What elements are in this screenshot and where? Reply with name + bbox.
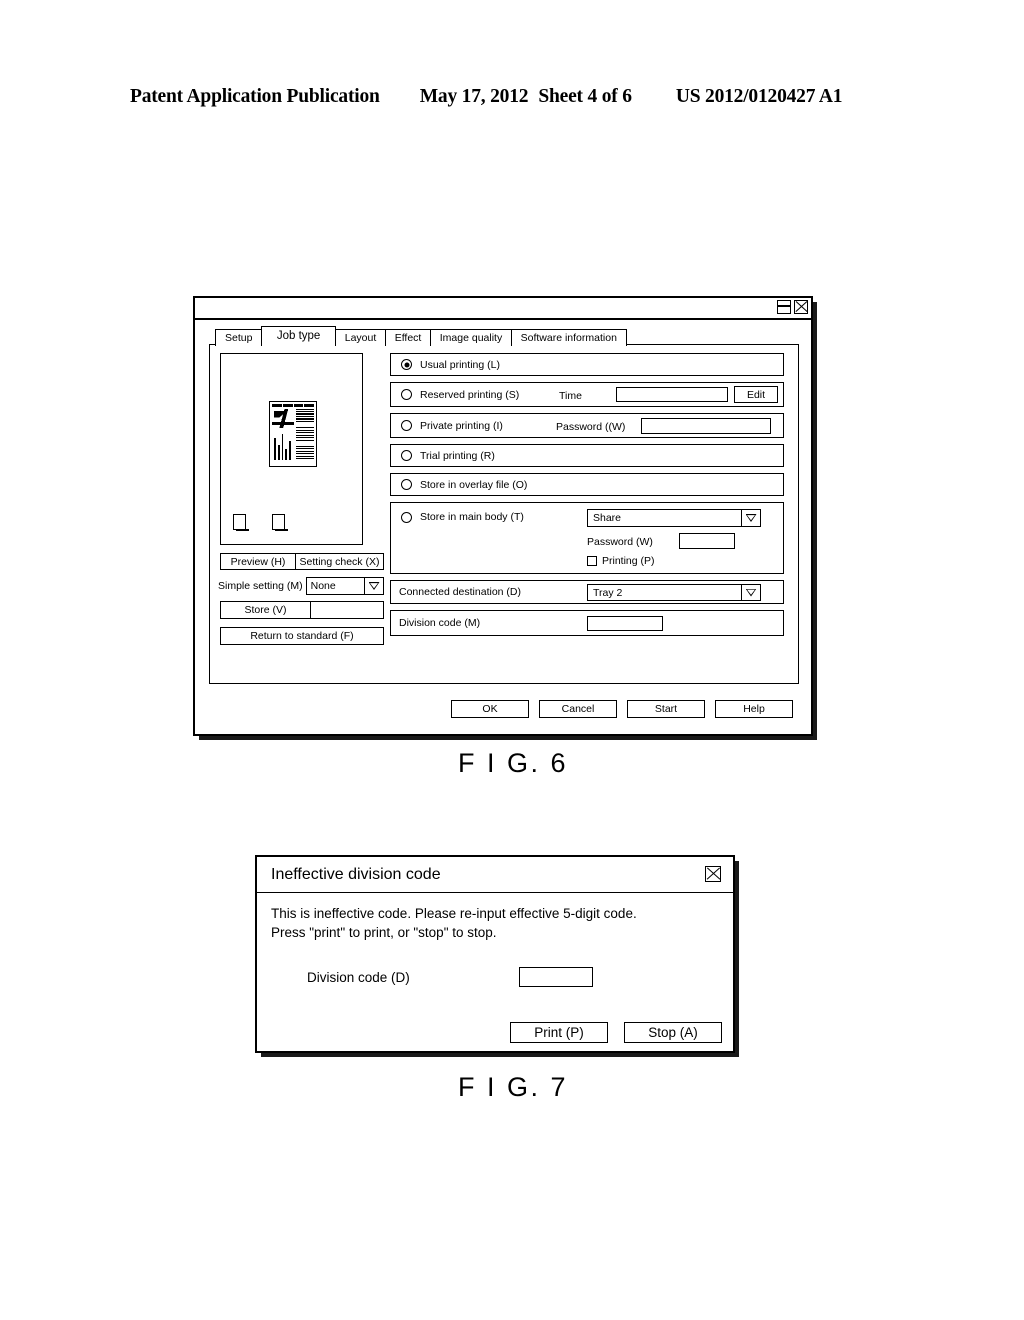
label-store-in-main-body: Store in main body (T) <box>420 511 524 523</box>
simple-setting-label: Simple setting (M) <box>218 580 303 592</box>
simple-setting-select[interactable]: None <box>305 577 384 595</box>
dialog-action-buttons: OK Cancel Start Help <box>451 700 793 718</box>
private-password-input[interactable] <box>641 418 771 434</box>
label-printing-checkbox: Printing (P) <box>602 555 655 567</box>
division-code-row: Division code (M) <box>390 610 784 636</box>
label-private-printing: Private printing (I) <box>420 419 503 432</box>
page-icon-1 <box>233 514 249 532</box>
time-label: Time <box>559 390 582 402</box>
print-button[interactable]: Print (P) <box>510 1022 608 1043</box>
thumbnail-right-column <box>296 408 314 465</box>
figure-6-caption: F I G. 6 <box>458 748 569 778</box>
page-thumbnails <box>233 514 288 532</box>
label-trial-printing: Trial printing (R) <box>420 449 495 462</box>
tab-image-quality[interactable]: Image quality <box>429 329 513 346</box>
ok-button[interactable]: OK <box>451 700 529 718</box>
tab-layout[interactable]: Layout <box>334 329 387 346</box>
connected-destination-row: Connected destination (D) Tray 2 <box>390 580 784 604</box>
store-button[interactable]: Store (V) <box>221 602 311 618</box>
figure-7-caption: F I G. 7 <box>458 1072 569 1102</box>
cancel-button[interactable]: Cancel <box>539 700 617 718</box>
thumbnail-header-lines <box>272 404 314 407</box>
tab-bar: Setup Job type Layout Effect Image quali… <box>215 326 627 346</box>
radio-store-in-main-body[interactable] <box>401 511 412 523</box>
option-row-usual-printing[interactable]: Usual printing (L) <box>390 353 784 376</box>
radio-reserved-printing[interactable] <box>401 389 412 400</box>
printing-checkbox-control[interactable]: Printing (P) <box>587 555 655 567</box>
dialog-message: This is ineffective code. Please re-inpu… <box>271 906 637 940</box>
tab-job-type[interactable]: Job type <box>260 326 337 346</box>
thumbnail-bar-chart <box>272 430 294 460</box>
close-icon[interactable] <box>794 300 808 314</box>
private-password-label: Password ((W) <box>556 421 626 433</box>
printer-properties-window: Setup Job type Layout Effect Image quali… <box>193 296 813 736</box>
store-in-main-body-control[interactable]: Store in main body (T) <box>391 511 524 523</box>
window-titlebar <box>195 298 811 320</box>
option-row-store-in-overlay-file[interactable]: Store in overlay file (O) <box>390 473 784 496</box>
connected-destination-select[interactable]: Tray 2 <box>587 584 761 601</box>
start-button[interactable]: Start <box>627 700 705 718</box>
dialog-title: Ineffective division code <box>271 865 441 883</box>
thumbnail-body <box>272 408 314 465</box>
tab-setup[interactable]: Setup <box>215 329 263 346</box>
label-store-in-overlay-file: Store in overlay file (O) <box>420 478 528 491</box>
radio-trial-printing[interactable] <box>401 450 412 461</box>
connected-destination-label: Connected destination (D) <box>399 586 521 598</box>
preview-button[interactable]: Preview (H) <box>220 553 296 570</box>
time-input[interactable] <box>616 387 728 402</box>
help-button[interactable]: Help <box>715 700 793 718</box>
connected-destination-value: Tray 2 <box>593 586 623 599</box>
chevron-down-icon[interactable] <box>364 578 383 594</box>
label-usual-printing: Usual printing (L) <box>420 358 500 371</box>
close-icon[interactable] <box>705 866 721 882</box>
checkbox-printing[interactable] <box>587 556 597 566</box>
edit-button[interactable]: Edit <box>734 386 778 403</box>
publication-label: Patent Application Publication <box>130 86 380 107</box>
main-body-password-label: Password (W) <box>587 536 653 548</box>
division-code-label: Division code (D) <box>307 970 410 985</box>
tab-software-information[interactable]: Software information <box>510 329 627 346</box>
store-row: Store (V) <box>220 601 384 619</box>
preview-pane <box>220 353 363 545</box>
share-select[interactable]: Share <box>587 509 761 527</box>
division-code-input[interactable] <box>587 616 663 631</box>
dialog-titlebar: Ineffective division code <box>257 857 733 893</box>
stop-button[interactable]: Stop (A) <box>624 1022 722 1043</box>
division-code-label: Division code (M) <box>399 617 481 629</box>
patent-number: US 2012/0120427 A1 <box>675 86 843 107</box>
label-reserved-printing: Reserved printing (S) <box>420 388 520 401</box>
dialog-action-buttons: Print (P) Stop (A) <box>510 1022 722 1043</box>
document-thumbnail <box>269 401 317 467</box>
option-row-private-printing[interactable]: Private printing (I) Password ((W) <box>390 413 784 438</box>
publication-date: May 17, 2012 <box>419 86 529 107</box>
main-body-password-input[interactable] <box>679 533 735 549</box>
chevron-down-icon[interactable] <box>741 585 760 600</box>
radio-store-in-overlay-file[interactable] <box>401 479 412 490</box>
thumbnail-left-column <box>272 408 295 465</box>
radio-private-printing[interactable] <box>401 420 412 431</box>
share-select-value: Share <box>593 512 622 524</box>
patent-header: Patent Application Publication May 17, 2… <box>130 86 890 108</box>
option-row-trial-printing[interactable]: Trial printing (R) <box>390 444 784 467</box>
return-to-standard-button[interactable]: Return to standard (F) <box>220 627 384 645</box>
tab-content-panel: Preview (H) Setting check (X) Simple set… <box>209 344 799 684</box>
tab-effect[interactable]: Effect <box>384 329 432 346</box>
simple-setting-row: Simple setting (M) None <box>218 577 384 595</box>
thumbnail-graphic <box>272 408 295 428</box>
sheet-number: Sheet 4 of 6 <box>538 86 632 107</box>
setting-check-button[interactable]: Setting check (X) <box>295 553 384 570</box>
simple-setting-value: None <box>310 580 336 592</box>
chevron-down-icon[interactable] <box>741 510 760 526</box>
option-row-reserved-printing[interactable]: Reserved printing (S) Time Edit <box>390 382 784 407</box>
window-controls <box>777 300 808 314</box>
option-row-store-in-main-body[interactable]: Store in main body (T) Share Password (W… <box>390 502 784 574</box>
division-code-input[interactable] <box>519 967 593 987</box>
radio-usual-printing[interactable] <box>401 359 412 370</box>
store-field[interactable] <box>311 602 383 618</box>
ineffective-division-code-dialog: Ineffective division code This is ineffe… <box>255 855 735 1053</box>
page-icon-2 <box>272 514 288 532</box>
restore-icon[interactable] <box>777 300 791 314</box>
